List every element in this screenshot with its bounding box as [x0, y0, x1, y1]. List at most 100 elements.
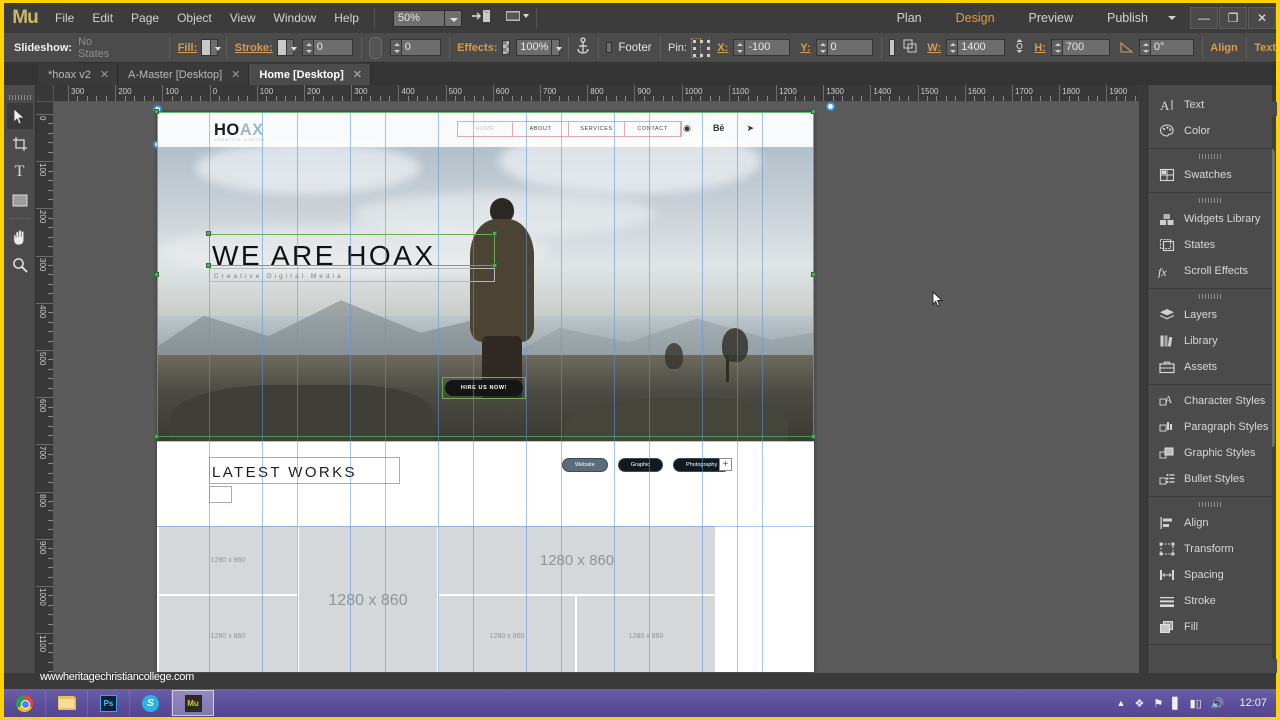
hero-section[interactable]: HOAX CREATIVE DIGITAL HOME ABOUT SERVICE… [157, 112, 814, 441]
taskbar-app-photoshop[interactable]: Ps [88, 690, 130, 716]
corner-shape-icon[interactable] [369, 37, 382, 59]
panel-item-text[interactable]: A Text [1148, 92, 1272, 118]
close-icon[interactable]: ✕ [231, 68, 240, 81]
works-small-frame[interactable] [209, 486, 232, 503]
corner-radius-stepper[interactable] [390, 39, 401, 56]
selection-tool[interactable] [7, 103, 33, 129]
zoom-tool[interactable] [7, 252, 33, 278]
stroke-swatch[interactable] [277, 39, 287, 56]
preview-in-browser-icon[interactable] [470, 8, 496, 28]
menu-help[interactable]: Help [325, 3, 368, 33]
opacity-input[interactable]: 100% [516, 39, 552, 56]
taskbar-app-chrome[interactable] [4, 690, 46, 716]
mode-design[interactable]: Design [939, 3, 1012, 33]
opacity-slider-arrow[interactable] [552, 39, 559, 56]
column-guide[interactable] [473, 112, 474, 672]
panel-item-widgets-library[interactable]: Widgets Library [1148, 206, 1272, 232]
taskbar-app-skype[interactable]: S [130, 690, 172, 716]
menu-object[interactable]: Object [168, 3, 221, 33]
close-icon[interactable]: ✕ [353, 68, 362, 81]
column-guide[interactable] [385, 112, 386, 672]
tab-home-desktop[interactable]: Home [Desktop] ✕ [249, 64, 371, 85]
panel-item-character-styles[interactable]: A Character Styles [1148, 388, 1272, 414]
minimize-button[interactable]: — [1190, 7, 1218, 29]
globe-icon[interactable]: ◉ [683, 123, 691, 134]
placeholder-cell[interactable]: 1280 x 860 [159, 596, 297, 672]
proportions-swatch[interactable] [889, 39, 895, 56]
panel-item-color[interactable]: Color [1148, 118, 1272, 144]
column-guide[interactable] [209, 112, 210, 672]
latest-works-section[interactable]: LATEST WORKS Website Graphic Photography… [157, 441, 814, 672]
y-input[interactable]: 0 [827, 39, 873, 56]
zoom-level-dropdown-arrow[interactable] [445, 10, 462, 27]
menu-page[interactable]: Page [122, 3, 168, 33]
width-stepper[interactable] [946, 39, 957, 56]
show-hidden-icons-icon[interactable]: ▲ [1117, 698, 1126, 708]
selection-handle[interactable] [811, 434, 816, 439]
panel-grip[interactable] [1199, 154, 1221, 159]
y-stepper[interactable] [816, 39, 827, 56]
panel-item-scroll-effects[interactable]: fx Scroll Effects [1148, 258, 1272, 284]
column-guide[interactable] [561, 112, 562, 672]
height-stepper[interactable] [1051, 39, 1062, 56]
panel-grip[interactable] [1199, 294, 1221, 299]
taskbar-app-muse[interactable]: Mu [172, 690, 214, 716]
height-input[interactable]: 700 [1062, 39, 1110, 56]
taskbar-clock[interactable]: 12:07 [1239, 697, 1267, 709]
scale-icon[interactable] [903, 39, 917, 56]
battery-icon[interactable]: ▋ [1172, 697, 1180, 710]
panel-item-layers[interactable]: Layers [1148, 302, 1272, 328]
effects-icon[interactable] [502, 40, 510, 55]
page-canvas[interactable]: HOAX CREATIVE DIGITAL HOME ABOUT SERVICE… [157, 112, 814, 672]
close-button[interactable]: ✕ [1248, 7, 1276, 29]
filter-graphic-button[interactable]: Graphic [618, 458, 663, 472]
latest-works-heading[interactable]: LATEST WORKS [212, 464, 357, 481]
slideshow-state-value[interactable]: No States [78, 36, 109, 60]
stroke-weight-stepper[interactable] [302, 39, 313, 56]
ruler-origin-corner[interactable] [36, 85, 54, 102]
design-canvas[interactable]: HOAX CREATIVE DIGITAL HOME ABOUT SERVICE… [54, 102, 1139, 673]
crop-tool[interactable] [7, 131, 33, 157]
panel-item-states[interactable]: States [1148, 232, 1272, 258]
taskbar-app-file-explorer[interactable] [46, 690, 88, 716]
stroke-weight-input[interactable]: 0 [313, 39, 353, 56]
panel-grip[interactable] [1199, 502, 1221, 507]
twitter-icon[interactable]: ➤ [746, 123, 754, 134]
panel-item-swatches[interactable]: Swatches [1148, 162, 1272, 188]
restore-button[interactable]: ❐ [1219, 7, 1247, 29]
panel-item-fill[interactable]: Fill [1148, 614, 1272, 640]
tab-hoax-v2[interactable]: *hoax v2 ✕ [38, 64, 118, 85]
nav-item-contact[interactable]: CONTACT [625, 122, 681, 136]
panel-item-transform[interactable]: Transform [1148, 536, 1272, 562]
nav-item-services[interactable]: SERVICES [569, 122, 625, 136]
column-guide[interactable] [702, 112, 703, 672]
rotation-input[interactable]: 0° [1150, 39, 1194, 56]
add-widget-plus-icon[interactable]: + [719, 458, 732, 471]
panel-item-stroke[interactable]: Stroke [1148, 588, 1272, 614]
panel-item-spacing[interactable]: Spacing [1148, 562, 1272, 588]
breakpoints-icon[interactable] [504, 8, 530, 28]
column-guide[interactable] [262, 112, 263, 672]
volume-icon[interactable]: 🔊 [1211, 697, 1225, 710]
placeholder-cell[interactable]: 1280 x 860 [439, 526, 715, 594]
stroke-dropdown-arrow[interactable] [287, 39, 294, 56]
placeholder-cell[interactable]: 1280 x 860 [159, 526, 297, 594]
close-icon[interactable]: ✕ [100, 68, 109, 81]
panel-item-bullet-styles[interactable]: Bullet Styles [1148, 466, 1272, 492]
dropbox-icon[interactable]: ❖ [1134, 697, 1144, 710]
mode-preview[interactable]: Preview [1012, 3, 1090, 33]
placeholder-cell[interactable]: 1280 x 860 [577, 596, 715, 672]
fill-dropdown-arrow[interactable] [211, 39, 218, 56]
mode-publish[interactable]: Publish [1090, 3, 1165, 33]
stroke-label[interactable]: Stroke: [235, 42, 273, 54]
fill-swatch[interactable] [201, 39, 211, 56]
column-guide[interactable] [649, 112, 650, 672]
hire-us-now-button[interactable]: HIRE US NOW! [445, 380, 523, 396]
rotation-stepper[interactable] [1139, 39, 1150, 56]
selection-handle[interactable] [492, 231, 497, 236]
text-menu-button[interactable]: Text [1254, 42, 1276, 54]
menu-view[interactable]: View [221, 3, 265, 33]
site-navigation-menu[interactable]: HOME ABOUT SERVICES CONTACT [457, 122, 681, 136]
nav-item-home[interactable]: HOME [457, 122, 513, 136]
signal-icon[interactable]: ▮▯ [1190, 697, 1202, 710]
